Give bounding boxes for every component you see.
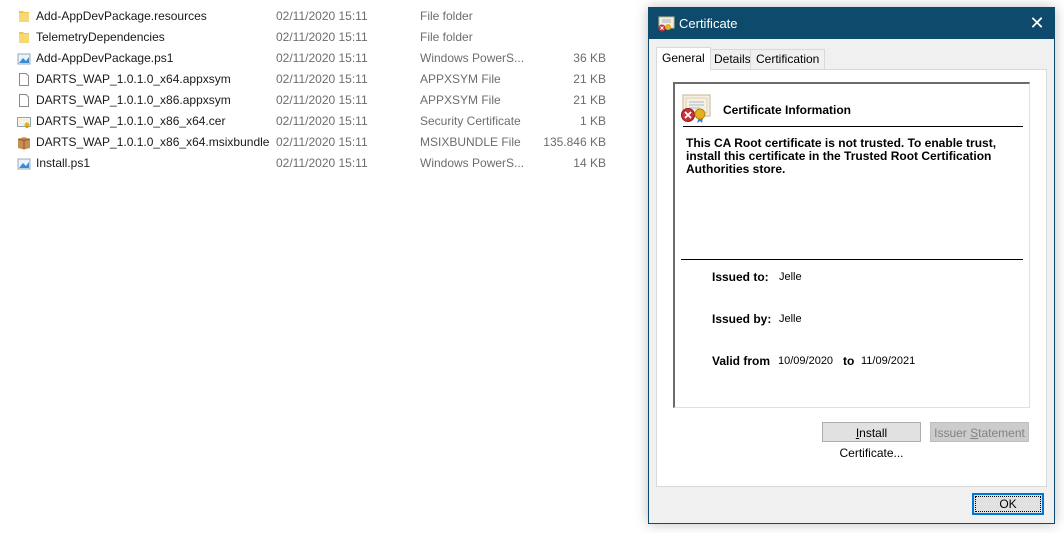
file-name: Add-AppDevPackage.ps1 xyxy=(36,51,174,65)
file-date-modified: 02/11/2020 15:11 xyxy=(276,30,368,44)
button-label: Issuer xyxy=(934,426,971,440)
blank-file-icon xyxy=(17,72,31,87)
file-name: DARTS_WAP_1.0.1.0_x86.appxsym xyxy=(36,93,231,107)
close-button[interactable]: ✕ xyxy=(1020,8,1054,39)
certificate-file-icon xyxy=(17,114,31,129)
file-list: Add-AppDevPackage.resources 02/11/2020 1… xyxy=(0,6,640,174)
info-heading: Certificate Information xyxy=(723,103,852,117)
file-row[interactable]: Add-AppDevPackage.ps1 02/11/2020 15:11 W… xyxy=(0,48,640,69)
issued-to-label: Issued to: xyxy=(712,270,769,284)
issuer-statement-button[interactable]: Issuer Statement xyxy=(930,422,1029,442)
powershell-script-icon xyxy=(17,156,31,171)
issued-by-label: Issued by: xyxy=(712,312,772,326)
file-name: DARTS_WAP_1.0.1.0_x86_x64.cer xyxy=(36,114,226,128)
package-icon xyxy=(17,135,31,150)
divider xyxy=(683,126,1023,127)
issued-by-value: Jelle xyxy=(779,313,802,325)
file-type: Windows PowerS... xyxy=(420,51,525,65)
blank-file-icon xyxy=(17,93,31,108)
file-type: File folder xyxy=(420,30,473,44)
file-date-modified: 02/11/2020 15:11 xyxy=(276,114,368,128)
file-row[interactable]: Add-AppDevPackage.resources 02/11/2020 1… xyxy=(0,6,640,27)
button-label: tatement xyxy=(978,426,1025,440)
untrusted-certificate-icon xyxy=(680,94,712,124)
trust-warning-text: This CA Root certificate is not trusted.… xyxy=(686,136,997,176)
file-name: Add-AppDevPackage.resources xyxy=(36,9,207,23)
file-size: 1 KB xyxy=(579,114,606,128)
file-date-modified: 02/11/2020 15:11 xyxy=(276,93,368,107)
general-tab-panel: Certificate Information This CA Root cer… xyxy=(656,69,1047,487)
issued-to-value: Jelle xyxy=(779,271,802,283)
folder-icon xyxy=(17,9,31,24)
file-type: APPXSYM File xyxy=(420,93,501,107)
powershell-script-icon xyxy=(17,51,31,66)
file-size: 36 KB xyxy=(573,51,606,65)
dialog-title: Certificate xyxy=(679,16,738,31)
file-name: TelemetryDependencies xyxy=(36,30,165,44)
file-size: 21 KB xyxy=(573,93,606,107)
tab-general[interactable]: General xyxy=(656,47,711,70)
file-date-modified: 02/11/2020 15:11 xyxy=(276,156,368,170)
file-type: MSIXBUNDLE File xyxy=(420,135,521,149)
certificate-error-icon xyxy=(657,16,675,32)
file-type: APPXSYM File xyxy=(420,72,501,86)
divider xyxy=(681,259,1023,260)
file-date-modified: 02/11/2020 15:11 xyxy=(276,135,368,149)
file-date-modified: 02/11/2020 15:11 xyxy=(276,9,368,23)
ok-button[interactable]: OK xyxy=(972,493,1044,515)
file-date-modified: 02/11/2020 15:11 xyxy=(276,51,368,65)
file-name: Install.ps1 xyxy=(36,156,91,170)
file-row[interactable]: DARTS_WAP_1.0.1.0_x86_x64.cer 02/11/2020… xyxy=(0,111,640,132)
file-size: 14 KB xyxy=(573,156,606,170)
certificate-info-box: Certificate Information This CA Root cer… xyxy=(673,82,1030,408)
valid-from-value: 10/09/2020 xyxy=(778,355,834,367)
file-row[interactable]: DARTS_WAP_1.0.1.0_x86.appxsym 02/11/2020… xyxy=(0,90,640,111)
tab-certification-path[interactable]: Certification Path xyxy=(750,49,826,85)
dialog-titlebar[interactable]: Certificate ✕ xyxy=(649,8,1054,39)
file-name: DARTS_WAP_1.0.1.0_x86_x64.msixbundle xyxy=(36,135,270,149)
folder-icon xyxy=(17,30,31,45)
install-certificate-button[interactable]: Install Certificate... xyxy=(822,422,921,460)
file-name: DARTS_WAP_1.0.1.0_x64.appxsym xyxy=(36,72,231,86)
file-row[interactable]: DARTS_WAP_1.0.1.0_x64.appxsym 02/11/2020… xyxy=(0,69,640,90)
file-type: Security Certificate xyxy=(420,114,521,128)
file-date-modified: 02/11/2020 15:11 xyxy=(276,72,368,86)
file-row[interactable]: Install.ps1 02/11/2020 15:11 Windows Pow… xyxy=(0,153,640,174)
file-row[interactable]: DARTS_WAP_1.0.1.0_x86_x64.msixbundle 02/… xyxy=(0,132,640,153)
file-type: Windows PowerS... xyxy=(420,156,525,170)
button-label: nstall Certificate... xyxy=(839,426,904,460)
accelerator-key: S xyxy=(970,426,979,440)
certificate-dialog: Certificate ✕ General Details Certificat… xyxy=(648,7,1055,524)
file-size: 21 KB xyxy=(573,72,606,86)
valid-from-label: Valid from xyxy=(712,354,771,368)
valid-to-label: to xyxy=(843,354,855,368)
file-size: 135.846 KB xyxy=(543,135,606,149)
valid-to-value: 11/09/2021 xyxy=(861,355,916,367)
file-type: File folder xyxy=(420,9,473,23)
file-row[interactable]: TelemetryDependencies 02/11/2020 15:11 F… xyxy=(0,27,640,48)
